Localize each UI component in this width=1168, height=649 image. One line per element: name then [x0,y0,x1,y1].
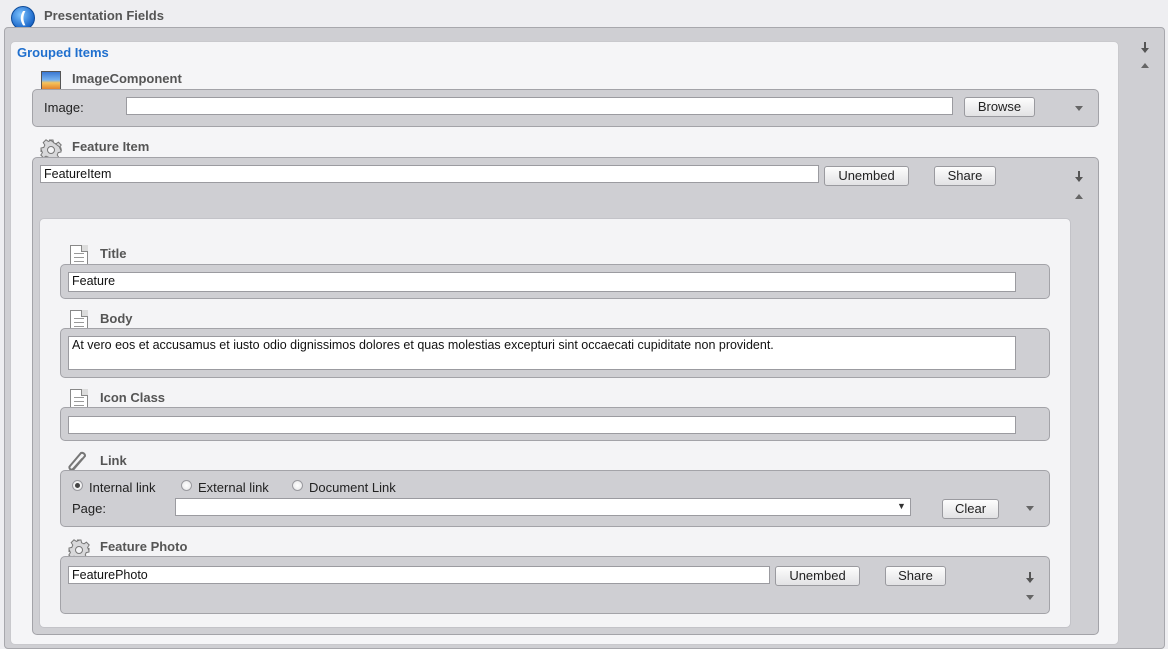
clear-button[interactable]: Clear [942,499,999,519]
link-field-label: Link [100,453,127,468]
title-field-label: Title [100,246,127,261]
collapse-up-icon[interactable] [1141,63,1149,68]
image-label: Image: [44,100,84,115]
internal-link-label: Internal link [89,480,156,495]
unembed-button[interactable]: Unembed [824,166,909,186]
share-button[interactable]: Share [934,166,996,186]
pin-icon[interactable] [1075,171,1083,183]
feature-photo-title: Feature Photo [100,539,188,554]
feature-item-input[interactable]: FeatureItem [40,165,819,183]
pin-icon[interactable] [1026,572,1034,584]
image-component-title: ImageComponent [72,71,182,86]
image-input[interactable] [126,97,953,115]
feature-photo-input[interactable]: FeaturePhoto [68,566,770,584]
feature-item-title: Feature Item [72,139,150,154]
body-textarea[interactable]: At vero eos et accusamus et iusto odio d… [68,336,1016,370]
image-icon [41,71,61,91]
grouped-items-title: Grouped Items [17,45,109,60]
title-input[interactable]: Feature [68,272,1016,292]
expand-down-icon[interactable] [1026,595,1034,600]
select-caret-icon[interactable]: ▼ [897,501,906,511]
pin-icon[interactable] [1141,42,1149,54]
collapse-up-icon[interactable] [1075,194,1083,199]
share-button[interactable]: Share [885,566,946,586]
browse-button[interactable]: Browse [964,97,1035,117]
page-select[interactable] [175,498,911,516]
document-link-radio[interactable] [292,480,303,491]
expand-down-icon[interactable] [1075,106,1083,111]
external-link-radio[interactable] [181,480,192,491]
external-link-label: External link [198,480,269,495]
page-label: Page: [72,501,106,516]
unembed-button[interactable]: Unembed [775,566,860,586]
expand-down-icon[interactable] [1026,506,1034,511]
icon-class-input[interactable] [68,416,1016,434]
body-field-label: Body [100,311,133,326]
internal-link-radio[interactable] [72,480,83,491]
document-link-label: Document Link [309,480,396,495]
page-title: Presentation Fields [44,8,164,23]
icon-class-field-label: Icon Class [100,390,166,405]
